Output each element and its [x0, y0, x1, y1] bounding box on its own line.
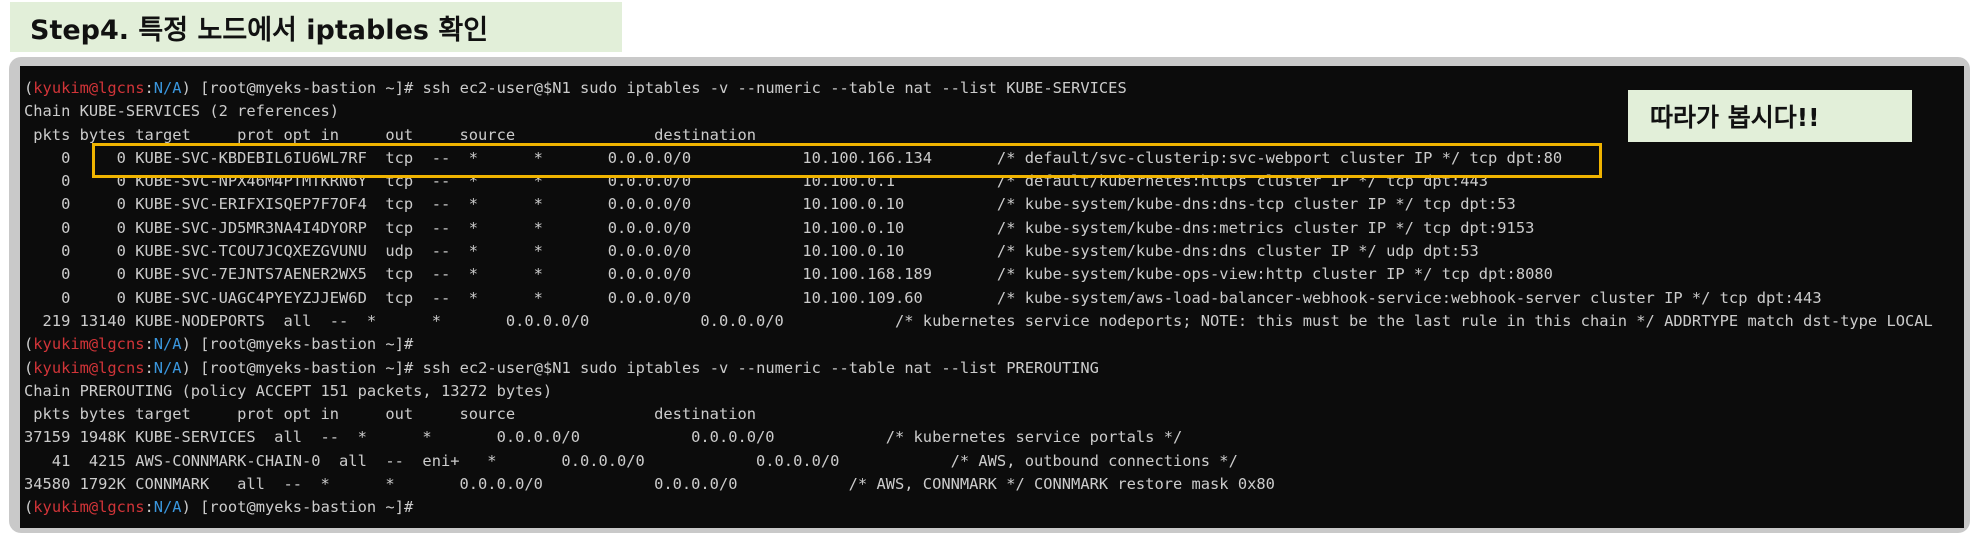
table-row: 0 0 KUBE-SVC-TCOU7JCQXEZGVUNU udp -- * *…	[24, 242, 1479, 261]
callout-label: 따라가 봅시다!!	[1628, 90, 1912, 142]
chain-header-2: Chain PREROUTING (policy ACCEPT 151 pack…	[24, 381, 553, 400]
prompt-na: N/A	[153, 79, 182, 97]
step-title: Step4. 특정 노드에서 iptables 확인	[10, 2, 622, 52]
table-row: 219 13140 KUBE-NODEPORTS all -- * * 0.0.…	[24, 311, 1933, 330]
highlight-box	[92, 143, 1602, 178]
table-row: 0 0 KUBE-SVC-UAGC4PYEYZJJEW6D tcp -- * *…	[24, 288, 1822, 307]
table-row: 0 0 KUBE-SVC-7EJNTS7AENER2WX5 tcp -- * *…	[24, 265, 1553, 284]
prompt-line-4: (kyukim@lgcns:N/A) [root@myeks-bastion ~…	[24, 498, 423, 517]
table-row: 41 4215 AWS-CONNMARK-CHAIN-0 all -- eni+…	[24, 451, 1238, 470]
command-2: ssh ec2-user@$N1 sudo iptables -v --nume…	[422, 358, 1099, 377]
table-row: 34580 1792K CONNMARK all -- * * 0.0.0.0/…	[24, 475, 1275, 494]
prompt-line-3: (kyukim@lgcns:N/A) [root@myeks-bastion ~…	[24, 358, 1099, 377]
prompt-line-2: (kyukim@lgcns:N/A) [root@myeks-bastion ~…	[24, 335, 423, 354]
table-row: 0 0 KUBE-SVC-JD5MR3NA4I4DYORP tcp -- * *…	[24, 218, 1535, 237]
column-header-2: pkts bytes target prot opt in out source…	[24, 405, 757, 424]
command-1: ssh ec2-user@$N1 sudo iptables -v --nume…	[422, 79, 1127, 97]
prompt-user: kyukim@lgcns	[33, 79, 145, 97]
table-row: 0 0 KUBE-SVC-ERIFXISQEP7F7OF4 tcp -- * *…	[24, 195, 1516, 214]
table-row: 37159 1948K KUBE-SERVICES all -- * * 0.0…	[24, 428, 1183, 447]
